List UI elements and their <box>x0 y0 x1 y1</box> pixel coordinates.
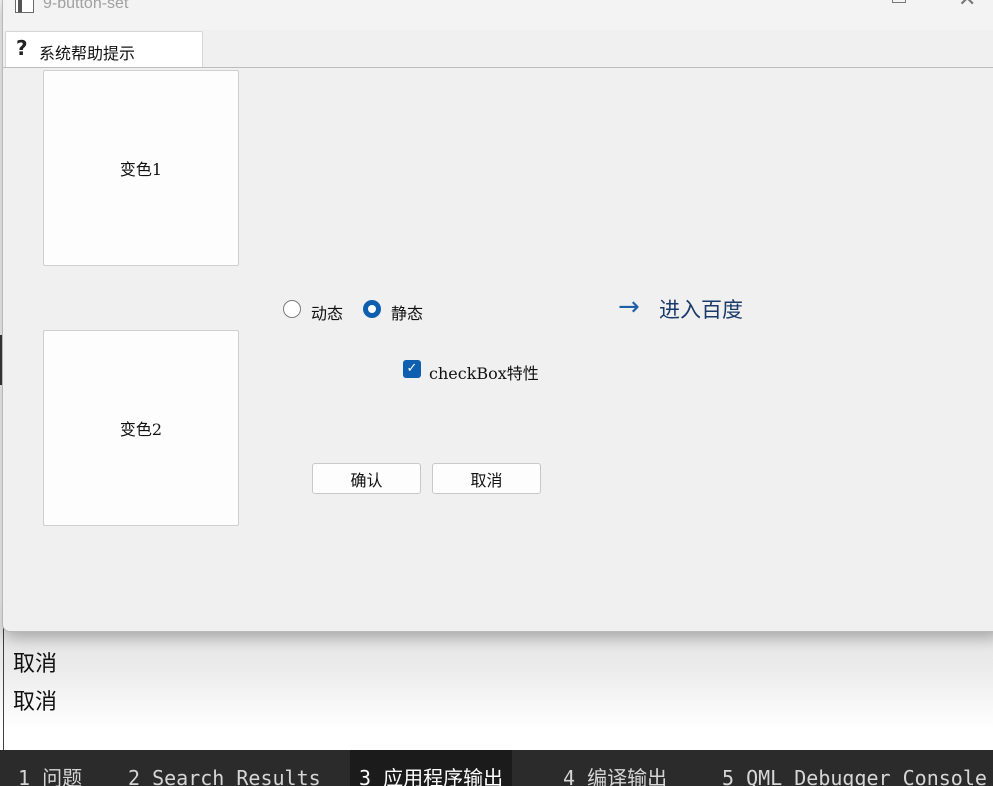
app-icon <box>15 0 34 13</box>
output-line: 取消 <box>13 690 58 715</box>
output-tab-bar: 1 问题 2 Search Results 3 应用程序输出 4 编译输出 5 … <box>0 750 993 786</box>
color-change-button-1[interactable]: 变色1 <box>43 70 239 266</box>
confirm-button[interactable]: 确认 <box>312 463 421 494</box>
tab-issues[interactable]: 1 问题 <box>18 750 82 786</box>
tab-system-help[interactable]: ? 系统帮助提示 <box>5 31 203 68</box>
radio-dynamic[interactable] <box>283 300 301 318</box>
color-change-button-2[interactable]: 变色2 <box>43 330 239 526</box>
tab-search-results[interactable]: 2 Search Results <box>128 750 321 786</box>
maximize-icon[interactable] <box>892 0 906 3</box>
feature-checkbox-label[interactable]: checkBox特性 <box>429 360 539 384</box>
radio-static-label: 静态 <box>391 304 424 323</box>
title-bar: 9-button-set ✕ <box>3 0 993 30</box>
tab-divider <box>3 67 993 68</box>
feature-checkbox[interactable]: ✓ <box>403 360 421 378</box>
tab-compile-output[interactable]: 4 编译输出 <box>563 750 667 786</box>
baidu-link[interactable]: 进入百度 <box>659 294 743 324</box>
question-icon: ? <box>16 36 28 60</box>
close-icon[interactable]: ✕ <box>958 0 976 12</box>
tab-application-output[interactable]: 3 应用程序输出 <box>350 750 513 786</box>
radio-dynamic-label: 动态 <box>311 304 344 323</box>
tab-label: 系统帮助提示 <box>39 44 136 63</box>
button-set-window: 9-button-set ✕ ? 系统帮助提示 变色1 变色2 动态 静态 → … <box>2 0 993 632</box>
arrow-right-icon[interactable]: → <box>618 292 640 322</box>
output-line: 取消 <box>13 652 58 677</box>
tab-qml-debugger-console[interactable]: 5 QML Debugger Console <box>722 750 987 786</box>
window-title: 9-button-set <box>43 0 129 12</box>
radio-static[interactable] <box>363 300 381 318</box>
cancel-button[interactable]: 取消 <box>432 463 541 494</box>
